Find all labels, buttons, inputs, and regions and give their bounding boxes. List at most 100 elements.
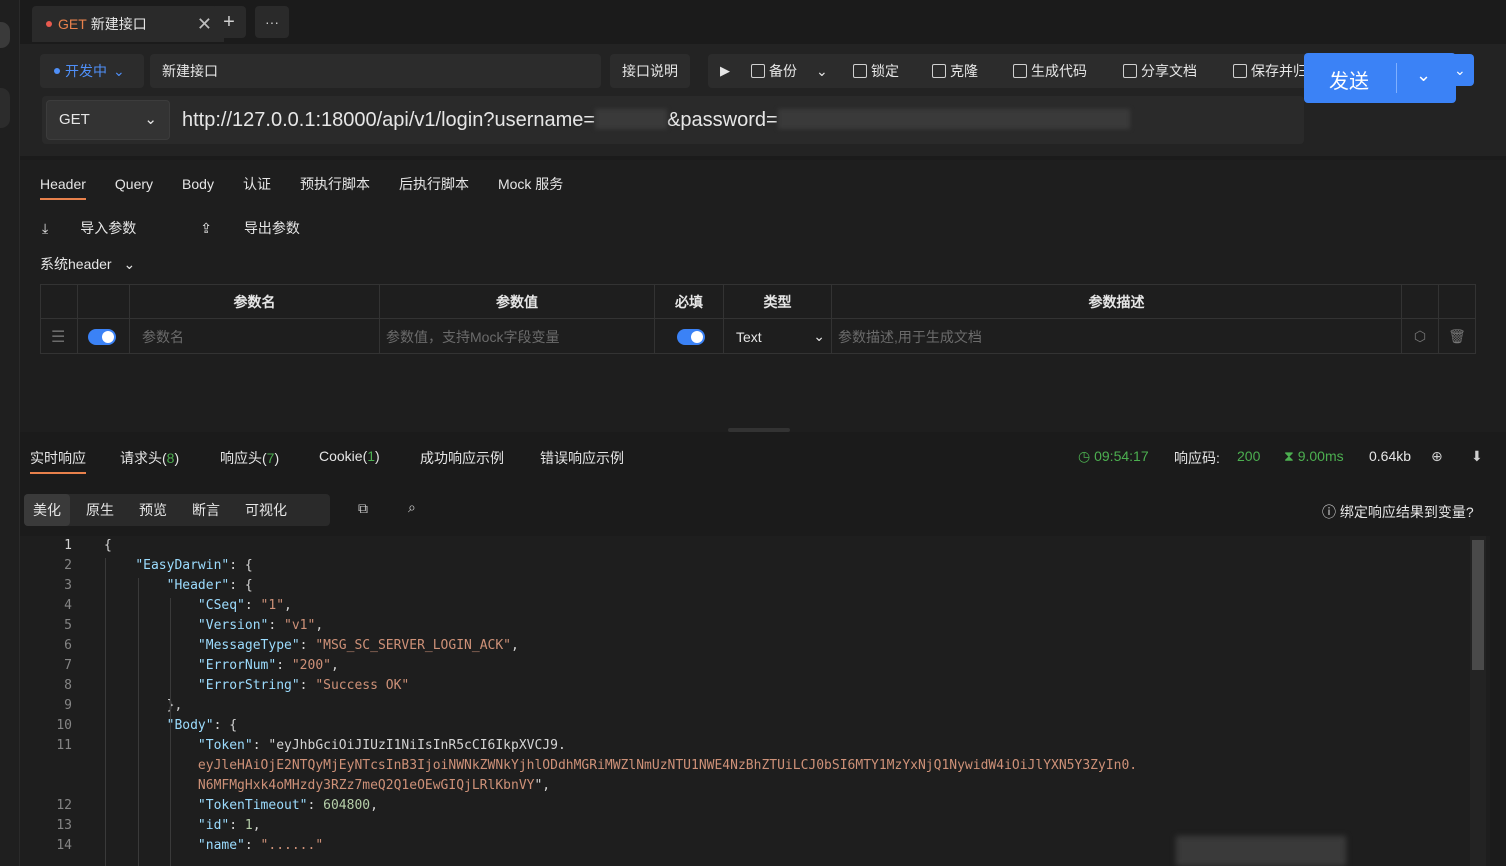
status-code-value: 200 [1237,448,1261,464]
code-line: "MessageType": "MSG_SC_SERVER_LOGIN_ACK"… [197,638,519,653]
toggle-switch [88,328,116,345]
api-description-button[interactable]: 接口说明 [610,54,690,88]
run-icon[interactable]: ▶ [720,54,730,88]
col-required: 必填 [655,285,724,318]
code-line: "name": "......" [197,838,324,853]
code-line: "CSeq": "1", [197,598,292,613]
col-action-2 [1439,285,1475,318]
backup-button[interactable]: 备份 [751,54,797,88]
globe-icon[interactable]: ⊕ [1431,448,1443,465]
backup-chevron-down-icon[interactable]: ⌄ [816,54,828,88]
share-doc-button[interactable]: 分享文档 [1123,54,1197,88]
response-time: ◷ 09:54:17 [1078,448,1149,465]
param-name-input[interactable]: 参数名 [130,319,380,354]
download-icon[interactable]: ⬇ [1471,448,1483,465]
code-line: "ErrorNum": "200", [197,658,339,673]
type-select[interactable]: Text ⌄ [724,319,832,354]
response-size: 0.64kb [1369,448,1412,464]
backup-label: 备份 [769,63,797,79]
chevron-down-icon[interactable]: ⌄ [1416,65,1431,86]
tab-new-api[interactable]: GET 新建接口 ✕ [32,6,224,42]
line-number: 6 [64,638,72,653]
left-rail [0,0,20,866]
search-icon[interactable]: ⌕ [408,499,416,516]
enable-toggle[interactable] [78,319,130,354]
generate-code-button[interactable]: 生成代码 [1013,54,1087,88]
clone-icon [932,64,946,78]
tab-cookie[interactable]: Cookie(1) [319,448,380,474]
view-preview[interactable]: 预览 [130,494,176,526]
param-desc-input[interactable]: 参数描述,用于生成文档 [832,319,1402,354]
resize-handle[interactable] [728,428,790,432]
line-number: 4 [64,598,72,613]
tab-request-headers[interactable]: 请求头(8) [120,448,179,474]
view-raw[interactable]: 原生 [77,494,123,526]
clone-label: 克隆 [950,63,978,79]
trash-icon[interactable]: 🗑 [1439,319,1475,354]
line-number: 14 [56,838,72,853]
view-assert[interactable]: 断言 [183,494,229,526]
add-tab-button[interactable]: + [212,6,246,38]
clone-button[interactable]: 克隆 [932,54,978,88]
url-input[interactable]: http://127.0.0.1:18000/api/v1/login?user… [182,106,1130,134]
send-divider [1396,63,1397,93]
tab-response-headers[interactable]: 响应头(7) [220,448,279,474]
bind-variable-link[interactable]: ⓘ 绑定响应结果到变量? [1322,502,1474,522]
system-header-toggle[interactable]: 系统header ⌄ [40,254,135,274]
action-group: ▶ 备份 ⌄ 锁定 克隆 生成代码 分享文档 保存并归档 ? [708,54,1368,88]
rail-handle[interactable] [0,22,10,48]
duration: ⧗ 9.00ms [1284,448,1344,465]
param-value-input[interactable]: 参数值，支持Mock字段变量 [380,319,655,354]
import-export-row: ⤓ 导入参数 ⇪ 导出参数 [42,218,364,238]
status-dropdown[interactable]: 开发中 ⌄ [40,54,144,88]
send-button[interactable]: 发送 ⌄ [1304,53,1456,103]
chevron-down-icon: ⌄ [144,111,157,128]
generate-code-label: 生成代码 [1031,63,1087,79]
tab-method: GET [58,16,87,32]
type-value: Text [736,328,762,345]
line-number: 2 [64,558,72,573]
status-label: 开发中 [65,63,107,79]
tab-mock[interactable]: Mock 服务 [498,174,563,200]
chevron-down-icon: ⌄ [113,62,125,79]
copy-icon[interactable]: ⧉ [358,500,368,517]
tab-realtime-response[interactable]: 实时响应 [30,448,86,474]
rail-handle-2[interactable] [0,88,10,128]
scroll-thumb[interactable] [1472,540,1484,670]
tab-pre-script[interactable]: 预执行脚本 [300,174,370,200]
lock-button[interactable]: 锁定 [853,54,899,88]
import-params-button[interactable]: ⤓ 导入参数 [42,218,168,238]
response-tabs: 实时响应 请求头(8) 响应头(7) Cookie(1) 成功响应示例 错误响应… [20,438,1506,478]
indent-guide [138,578,139,866]
upload-icon: ⇪ [200,220,212,236]
table-header-row: 参数名 参数值 必填 类型 参数描述 [41,285,1475,319]
col-action-1 [1402,285,1439,318]
tab-title: 新建接口 [90,16,147,32]
required-toggle[interactable] [655,319,724,354]
api-name-input[interactable]: 新建接口 [150,54,601,88]
code-scrollbar[interactable] [1470,536,1486,866]
tab-success-example[interactable]: 成功响应示例 [420,448,504,474]
drag-handle-icon[interactable]: ☰ [41,319,78,354]
line-number: 10 [56,718,72,733]
view-bar: 美化 原生 预览 断言 可视化 ⧉ ⌕ ⓘ 绑定响应结果到变量? [20,490,1506,530]
url-bar: GET ⌄ http://127.0.0.1:18000/api/v1/logi… [42,96,1304,144]
share-icon [1123,64,1137,78]
more-icon[interactable]: ··· [255,6,289,38]
tab-query[interactable]: Query [115,174,153,200]
line-number: 7 [64,658,72,673]
view-pretty[interactable]: 美化 [24,494,70,526]
close-icon[interactable]: ✕ [197,14,212,35]
help-icon: ⓘ [1322,504,1336,520]
export-params-button[interactable]: ⇪ 导出参数 [200,218,332,238]
tab-header[interactable]: Header [40,174,86,200]
view-visualize[interactable]: 可视化 [236,494,296,526]
tab-post-script[interactable]: 后执行脚本 [399,174,469,200]
download-icon: ⤓ [42,220,49,236]
method-select[interactable]: GET ⌄ [46,100,170,140]
tab-error-example[interactable]: 错误响应示例 [540,448,624,474]
tab-body[interactable]: Body [182,174,214,200]
response-code-viewer[interactable]: 1 2 3 4 5 6 7 8 9 10 11 12 13 14 { "EasyDarwin": { "H… [20,536,1490,866]
tab-auth[interactable]: 认证 [243,174,271,200]
cube-icon[interactable]: ⬡ [1402,319,1439,354]
